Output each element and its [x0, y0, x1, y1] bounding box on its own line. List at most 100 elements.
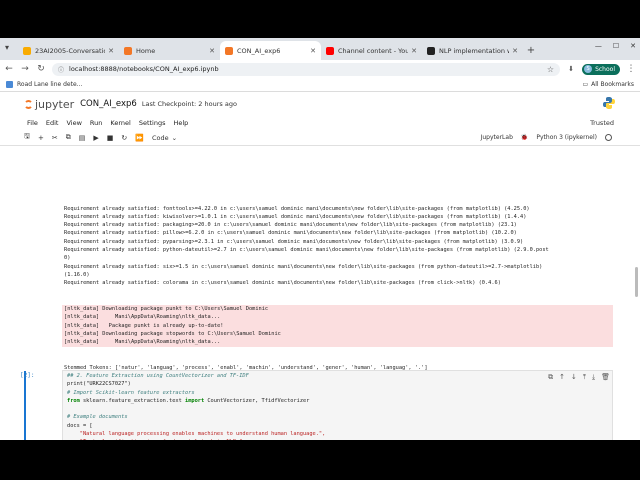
browser-tab[interactable]: Home ✕: [119, 41, 220, 60]
code-line: ## 2. Feature Extraction using CountVect…: [67, 373, 249, 379]
browser-tab-strip: ▾ 23AI2005-Conversation ✕ Home ✕ CON_AI_exp6…: [0, 38, 640, 60]
colab-icon: [23, 46, 31, 55]
menu-file[interactable]: File: [27, 119, 38, 127]
jupyter-menubar: File Edit View Run Kernel Settings Help Truste…: [0, 116, 640, 130]
cell-toolbar: ⧉ ↑ ↓ ⤒ ⤓ 🗑: [548, 373, 610, 382]
jupyter-logo[interactable]: jupyter: [24, 98, 74, 111]
site-info-icon[interactable]: ⓘ: [58, 65, 64, 74]
close-tab-icon[interactable]: ✕: [310, 47, 316, 55]
menu-edit[interactable]: Edit: [46, 119, 59, 127]
kernel-name[interactable]: Python 3 (ipykernel): [536, 134, 597, 141]
menu-run[interactable]: Run: [90, 119, 102, 127]
delete-cell-icon[interactable]: 🗑: [601, 373, 610, 382]
tab-label: Home: [136, 46, 156, 55]
jupyterlab-link[interactable]: JupyterLab: [481, 134, 513, 141]
tab-label: CON_AI_exp6: [237, 46, 281, 55]
code-line: # Import Scikit-learn feature extractors: [67, 389, 195, 396]
code-line: docs = [: [67, 422, 93, 429]
jupyter-logo-icon: [24, 99, 33, 109]
stderr-output: [nltk_data] Downloading package punkt to…: [62, 305, 613, 347]
downloads-icon[interactable]: ⬇: [566, 65, 576, 73]
menu-view[interactable]: View: [66, 119, 81, 127]
maximize-icon[interactable]: ☐: [613, 42, 619, 50]
output-line: (1.16.0): [64, 271, 90, 278]
youtube-icon: [326, 46, 334, 55]
stderr-line: [nltk_data] Downloading package stopword…: [64, 331, 281, 338]
menu-settings[interactable]: Settings: [139, 119, 166, 127]
output-line: Requirement already satisfied: pillow>=6…: [64, 230, 517, 237]
run-icon[interactable]: ▶: [93, 134, 98, 142]
url-text[interactable]: localhost:8888/notebooks/CON_AI_exp6.ipy…: [69, 65, 542, 73]
stop-icon[interactable]: ■: [107, 134, 114, 142]
notebook-title[interactable]: CON_AI_exp6: [80, 99, 137, 109]
move-up-icon[interactable]: ↑: [559, 373, 565, 382]
folder-icon: ▭: [582, 81, 589, 88]
duplicate-cell-icon[interactable]: ⧉: [548, 373, 553, 382]
output-line: Requirement already satisfied: kiwisolve…: [64, 213, 527, 220]
restart-icon[interactable]: ↻: [121, 134, 127, 142]
code-line: "Text classification is a fundamental ta…: [67, 438, 608, 440]
menu-kernel[interactable]: Kernel: [110, 119, 130, 127]
tab-search-icon[interactable]: ▾: [5, 43, 9, 52]
code-line: print("URK22CS7027"): [67, 381, 131, 388]
move-down-icon[interactable]: ↓: [571, 373, 577, 382]
cell-2-prompt: [2]:: [20, 372, 35, 379]
close-tab-icon[interactable]: ✕: [108, 47, 114, 55]
tab-label: Channel content - YouTu: [338, 46, 409, 55]
reload-icon[interactable]: ↻: [36, 64, 46, 74]
cell-2-editor[interactable]: ## 2. Feature Extraction using CountVect…: [62, 370, 613, 440]
code-line: "Natural language processing enables mac…: [67, 431, 326, 438]
notebook-panel[interactable]: Requirement already satisfied: fonttools…: [0, 187, 640, 440]
restart-run-all-icon[interactable]: ⏩: [135, 134, 144, 142]
stderr-line: [nltk_data] Mani\AppData\Roaming\nltk_da…: [64, 339, 221, 346]
close-window-icon[interactable]: ✕: [630, 42, 636, 50]
output-line: Requirement already satisfied: pyparsing…: [64, 238, 524, 245]
output-line: Requirement already satisfied: fonttools…: [64, 205, 530, 212]
window-controls: — ☐ ✕: [595, 42, 636, 50]
menu-help[interactable]: Help: [173, 119, 188, 127]
insert-above-icon[interactable]: ⤒: [583, 373, 586, 382]
profile-button[interactable]: S School: [582, 63, 620, 75]
new-tab-button[interactable]: +: [523, 41, 539, 60]
insert-below-icon[interactable]: ⤓: [592, 373, 595, 382]
forward-icon[interactable]: →: [20, 64, 30, 74]
browser-tab[interactable]: 23AI2005-Conversation ✕: [18, 41, 119, 60]
trusted-indicator[interactable]: Trusted: [590, 119, 614, 127]
output-line: 0): [64, 255, 71, 262]
minimize-icon[interactable]: —: [595, 42, 602, 50]
python-logo-icon: [603, 97, 615, 109]
jupyter-icon: [124, 46, 132, 55]
cut-icon[interactable]: ✂: [52, 134, 58, 142]
back-icon[interactable]: ←: [4, 64, 14, 74]
checkpoint-status: Last Checkpoint: 2 hours ago: [141, 100, 237, 108]
all-bookmarks-link[interactable]: All Bookmarks: [591, 81, 634, 88]
bookmark-road-lane[interactable]: Road Lane line dete...: [17, 81, 82, 88]
address-bar[interactable]: ⓘ localhost:8888/notebooks/CON_AI_exp6.i…: [52, 62, 561, 76]
code-line: from sklearn.feature_extraction.text imp…: [67, 397, 310, 404]
tab-label: 23AI2005-Conversation: [35, 46, 106, 55]
avatar: S: [584, 65, 593, 73]
scrollbar[interactable]: [635, 267, 638, 297]
bookmark-star-icon[interactable]: ☆: [547, 65, 554, 74]
pip-output: Requirement already satisfied: fonttools…: [62, 205, 613, 288]
close-tab-icon[interactable]: ✕: [411, 47, 417, 55]
cell-type-select[interactable]: Code ⌄: [152, 134, 177, 142]
browser-menu-icon[interactable]: ⋮: [626, 64, 636, 74]
jupyter-icon: [225, 46, 233, 55]
insert-cell-icon[interactable]: +: [38, 134, 44, 142]
browser-tab[interactable]: NLP implementation wit ✕: [422, 41, 523, 60]
save-icon[interactable]: 🖫: [24, 132, 30, 143]
browser-tab[interactable]: Channel content - YouTu✕: [321, 41, 422, 60]
chevron-down-icon: ⌄: [171, 133, 178, 142]
close-tab-icon[interactable]: ✕: [209, 47, 215, 55]
notebook-toolbar: 🖫 + ✂ ⧉ ▤ ▶ ■ ↻ ⏩ Code ⌄ JupyterLab 🐞 Py…: [0, 130, 640, 146]
bookmark-favicon-icon: [6, 81, 13, 88]
tab-label: NLP implementation wit: [439, 46, 510, 55]
paste-icon[interactable]: ▤: [79, 134, 86, 142]
code-line: # Example documents: [67, 414, 128, 421]
browser-tab[interactable]: CON_AI_exp6 ✕: [220, 41, 321, 60]
copy-icon[interactable]: ⧉: [66, 133, 71, 142]
debugger-icon[interactable]: 🐞: [521, 134, 528, 141]
close-tab-icon[interactable]: ✕: [512, 47, 518, 55]
